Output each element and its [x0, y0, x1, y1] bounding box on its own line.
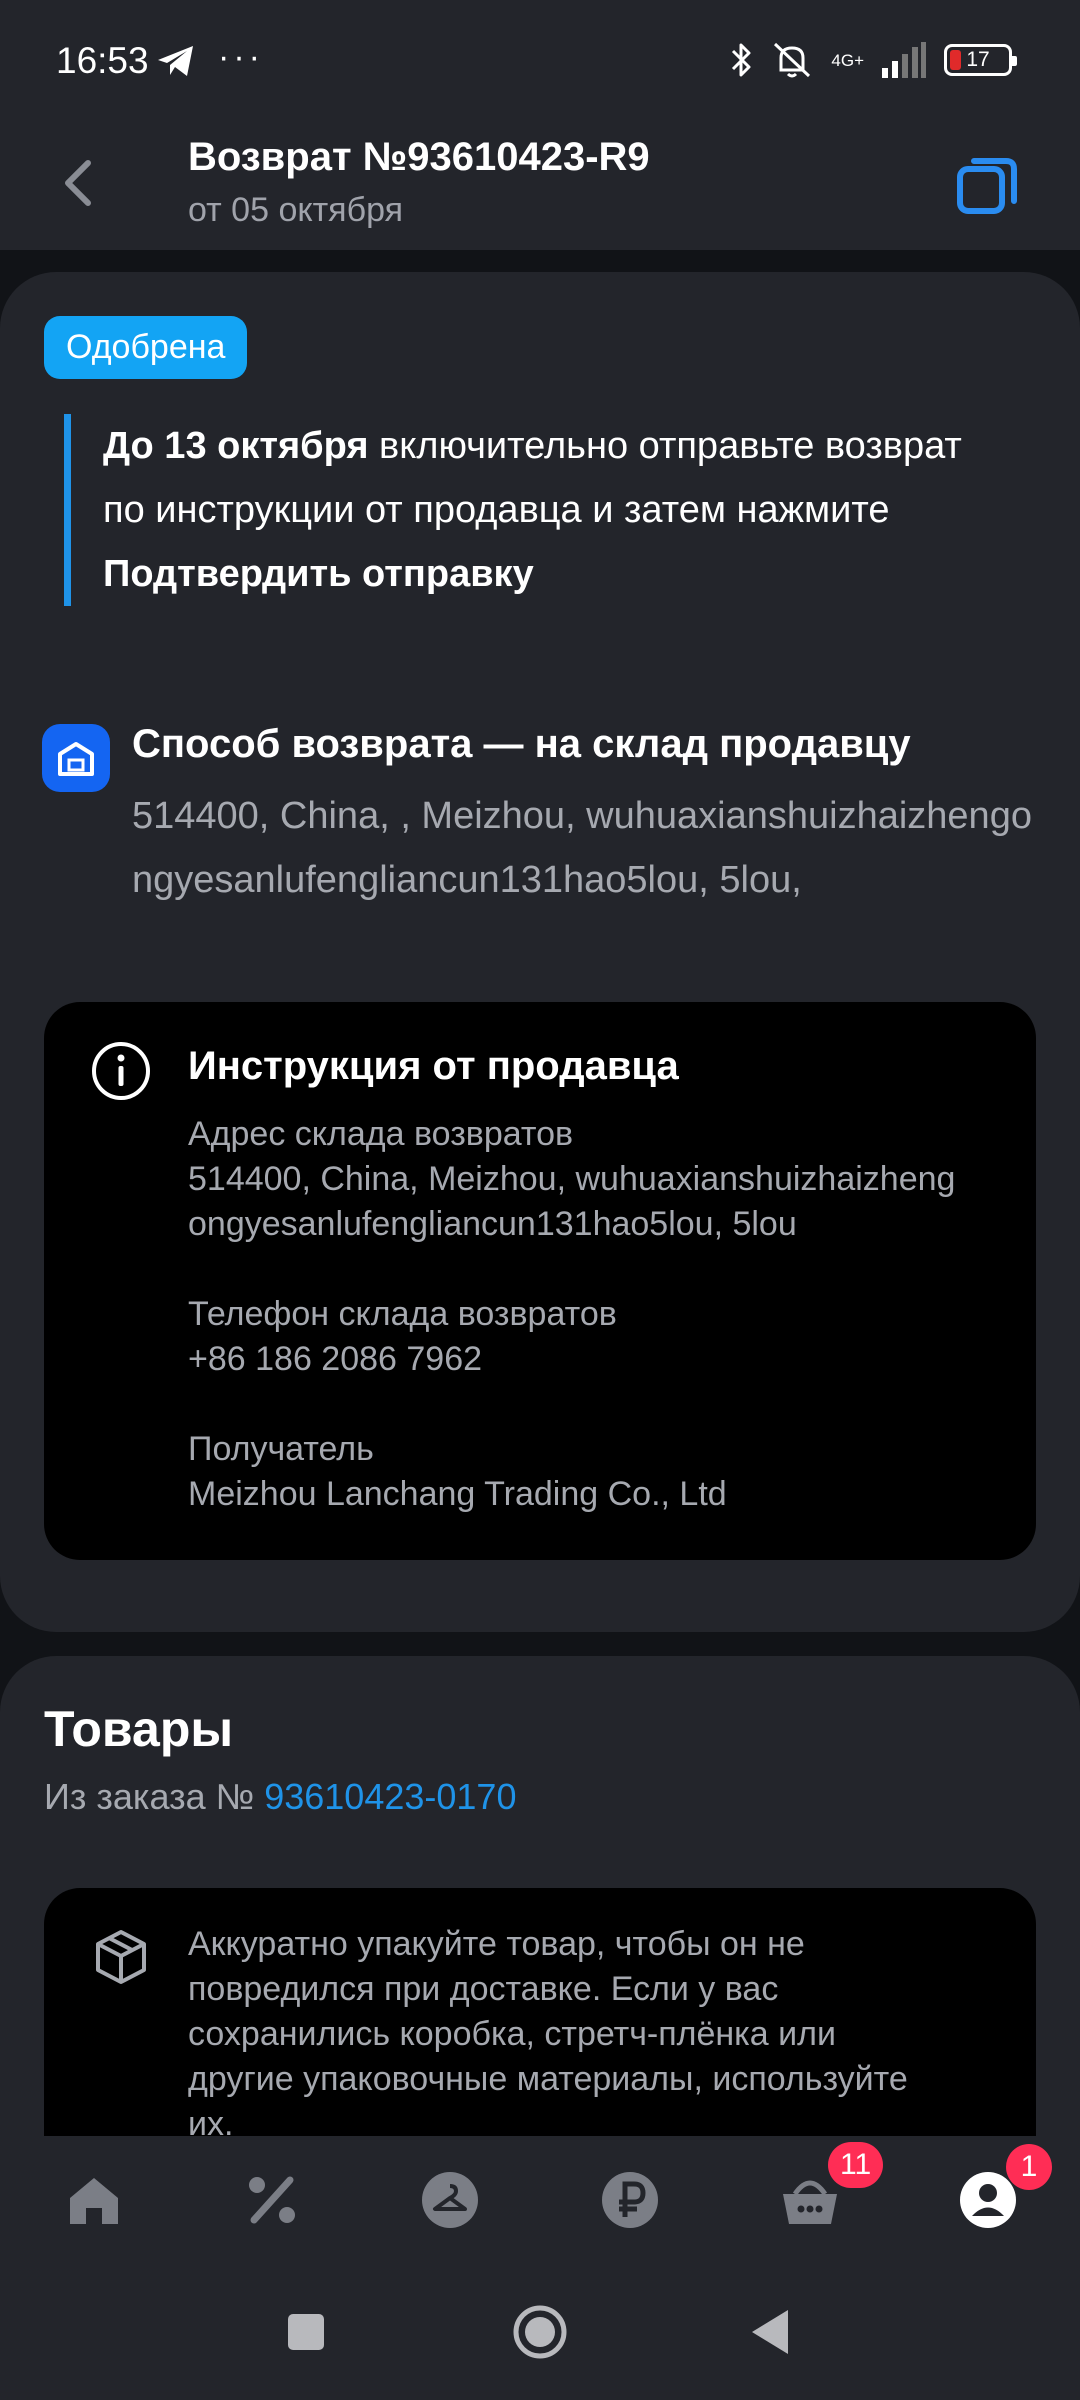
battery-level: 17: [966, 48, 990, 71]
telegram-icon: [158, 46, 193, 76]
return-method-address: 514400, China, , Meizhou, wuhuaxianshuiz…: [132, 795, 1032, 901]
package-icon: [96, 1930, 146, 1984]
status-badge: Одобрена: [44, 316, 248, 379]
nav-catalog[interactable]: [414, 2164, 486, 2236]
home-icon: [70, 2178, 118, 2224]
recipient-value: Meizhou Lanchang Trading Co., Ltd: [188, 1475, 727, 1513]
notice-deadline: До 13 октября: [103, 425, 369, 467]
nav-finance[interactable]: [594, 2164, 666, 2236]
cart-icon: [783, 2180, 837, 2224]
page-subtitle: от 05 октября: [188, 191, 404, 229]
recent-apps-button[interactable]: [286, 2302, 326, 2362]
packing-tip-text: Аккуратно упакуйте товар, чтобы он не по…: [188, 1925, 908, 2136]
warehouse-phone-value[interactable]: +86 186 2086 7962: [188, 1340, 482, 1378]
return-details-card: Одобрена До 13 октября включительно отпр…: [0, 272, 1080, 1632]
goods-card: Товары Из заказа № 93610423-0170 Аккурат…: [0, 1656, 1080, 2136]
discount-icon: [249, 2176, 295, 2224]
goods-title: Товары: [44, 1701, 234, 1757]
bluetooth-icon: [732, 43, 751, 77]
ruble-icon: [602, 2172, 658, 2228]
app-header: Возврат №93610423-R9 от 05 октября: [0, 125, 1080, 250]
order-reference: Из заказа № 93610423-0170: [44, 1776, 516, 1818]
home-button[interactable]: [510, 2302, 570, 2362]
nav-discounts[interactable]: [236, 2164, 308, 2236]
back-nav-button[interactable]: [748, 2302, 792, 2362]
signal-icon: [882, 42, 926, 78]
info-icon: [92, 1042, 150, 1100]
instruction-body: Адрес склада возвратов 514400, China, Me…: [188, 1112, 968, 1517]
profile-badge: 1: [1006, 2144, 1052, 2190]
status-icons: 4G+ 17: [729, 40, 1017, 80]
battery-icon: 17: [944, 44, 1017, 76]
bottom-navigation: 11 1: [0, 2136, 1080, 2264]
warehouse-address-label: Адрес склада возвратов: [188, 1115, 574, 1153]
status-time: 16:53: [56, 40, 149, 81]
warehouse-address-value: 514400, China, Meizhou, wuhuaxianshuizha…: [188, 1160, 956, 1243]
nav-home[interactable]: [58, 2164, 130, 2236]
order-number-link[interactable]: 93610423-0170: [264, 1776, 516, 1817]
recipient-label: Получатель: [188, 1430, 374, 1468]
seller-instruction: Инструкция от продавца Адрес склада возв…: [44, 1002, 1036, 1560]
warehouse-phone-label: Телефон склада возвратов: [188, 1295, 617, 1333]
chevron-left-icon: [65, 160, 91, 206]
profile-icon: [960, 2172, 1016, 2228]
instruction-title: Инструкция от продавца: [188, 1044, 679, 1088]
more-notifications-icon: ···: [218, 38, 264, 76]
warehouse-icon: [42, 724, 110, 792]
packing-tip: Аккуратно упакуйте товар, чтобы он не по…: [44, 1888, 1036, 2136]
back-button[interactable]: [48, 153, 108, 213]
order-prefix: Из заказа №: [44, 1776, 265, 1817]
muted-bell-icon: [774, 42, 811, 78]
cart-badge: 11: [828, 2142, 884, 2188]
return-notice: До 13 октября включительно отправьте воз…: [64, 414, 984, 606]
copy-icon[interactable]: [956, 155, 1020, 219]
return-method-title: Способ возврата — на склад продавцу: [132, 722, 911, 766]
page-title: Возврат №93610423-R9: [188, 135, 650, 179]
network-label: 4G+: [831, 50, 864, 70]
catalog-icon: [422, 2172, 478, 2228]
system-navigation: [0, 2264, 1080, 2400]
status-bar: 16:53 ··· 4G+ 17: [0, 0, 1080, 125]
notice-action: Подтвердить отправку: [103, 553, 534, 595]
